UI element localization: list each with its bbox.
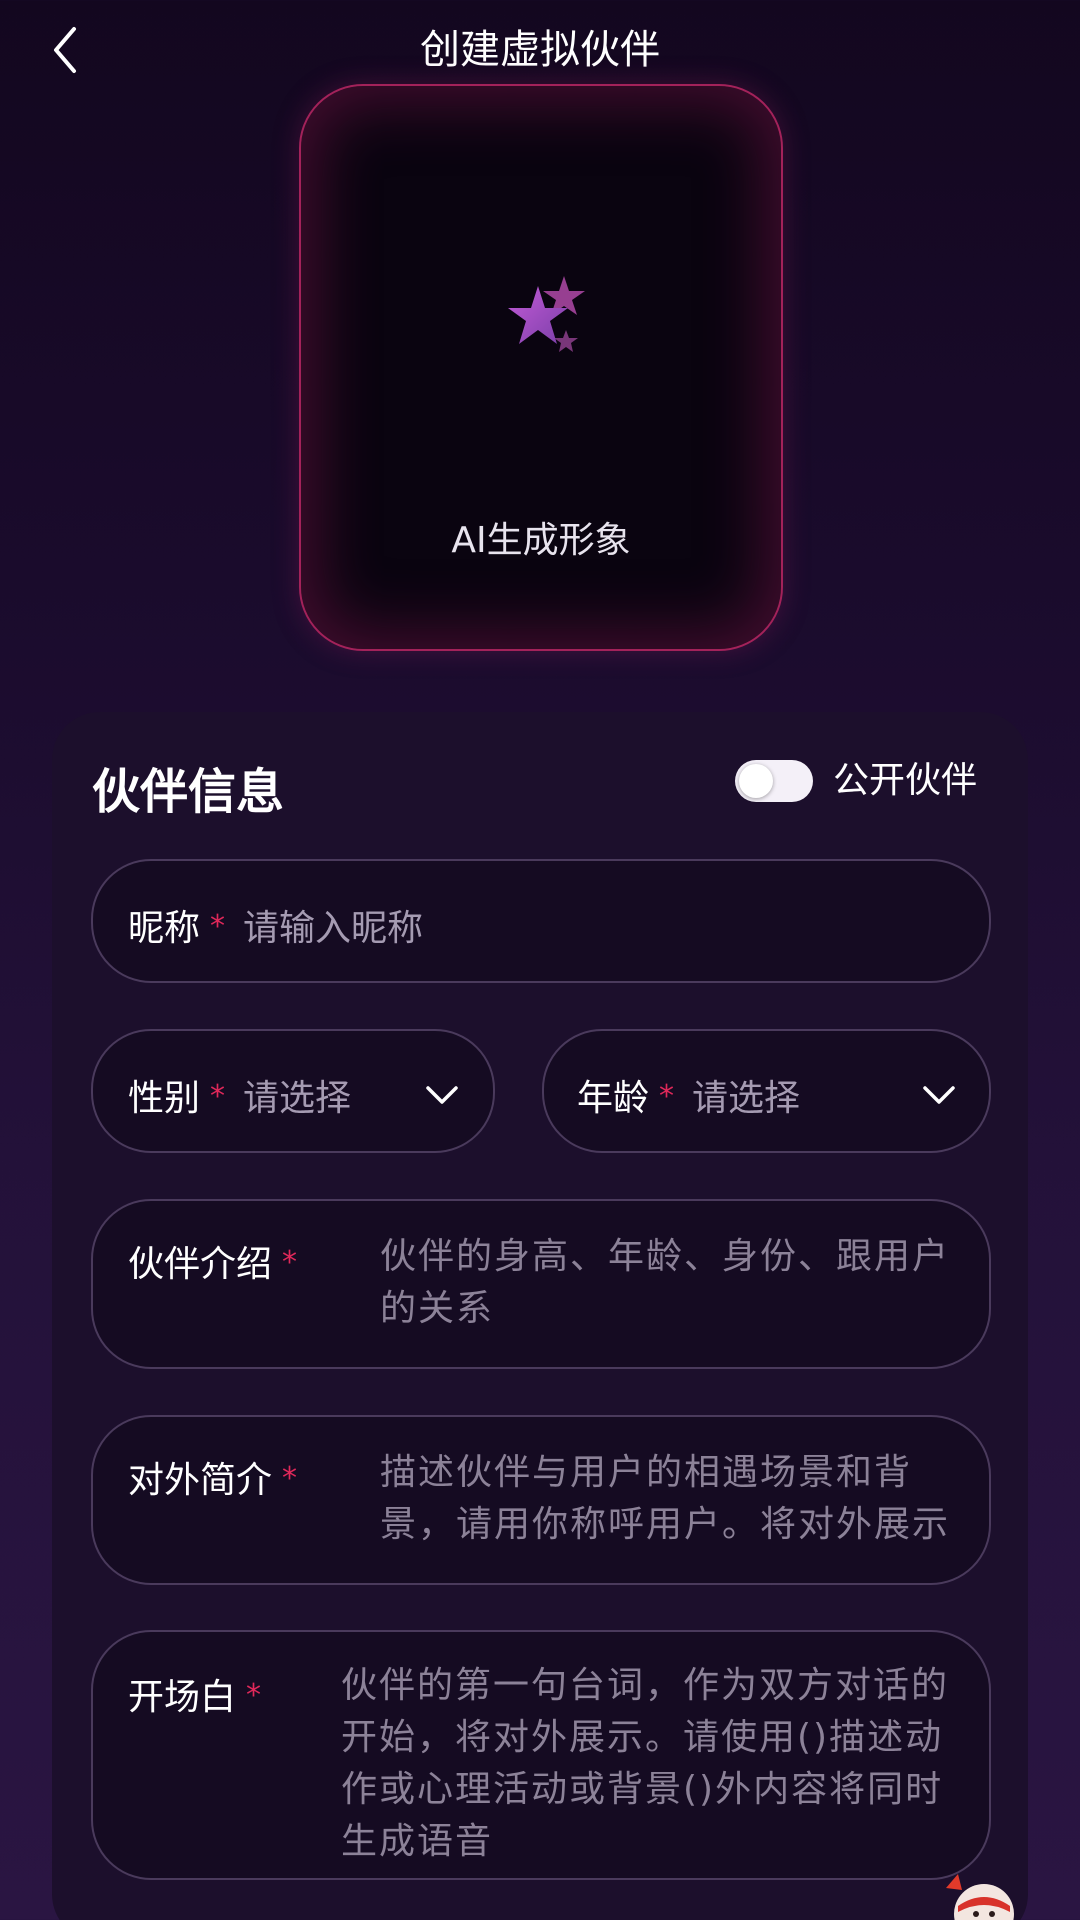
- gender-placeholder: 请选择: [243, 1078, 352, 1119]
- required-mark: *: [210, 1079, 226, 1114]
- opening-line-label: 开场白 *: [128, 1668, 261, 1720]
- chevron-down-icon: [426, 1086, 458, 1104]
- opening-line-field[interactable]: 开场白 * 伙伴的第一句台词，作为双方对话的开始，将对外展示。请使用()描述动作或…: [91, 1630, 991, 1880]
- age-label-text: 年龄: [577, 1078, 650, 1119]
- partner-intro-label-text: 伙伴介绍: [128, 1244, 273, 1285]
- nickname-placeholder: 请输入昵称: [243, 908, 424, 949]
- gender-select[interactable]: 性别 * 请选择: [91, 1029, 495, 1153]
- public-toggle[interactable]: [735, 760, 813, 802]
- public-intro-field[interactable]: 对外简介 * 描述伙伴与用户的相遇场景和背景，请用你称呼用户。将对外展示: [91, 1415, 991, 1585]
- partner-intro-label: 伙伴介绍 *: [128, 1235, 297, 1287]
- partner-intro-field[interactable]: 伙伴介绍 * 伙伴的身高、年龄、身份、跟用户的关系: [91, 1199, 991, 1369]
- public-toggle-label: 公开伙伴: [833, 760, 978, 801]
- public-intro-label: 对外简介 *: [128, 1451, 297, 1503]
- sparkle-stars-icon: [508, 276, 585, 352]
- age-placeholder: 请选择: [692, 1078, 801, 1119]
- nickname-label-text: 昵称: [128, 908, 201, 949]
- age-select[interactable]: 年龄 * 请选择: [542, 1029, 991, 1153]
- gender-label: 性别 *: [128, 1069, 225, 1121]
- public-intro-label-text: 对外简介: [128, 1460, 273, 1501]
- opening-line-placeholder: 伙伴的第一句台词，作为双方对话的开始，将对外展示。请使用()描述动作或心理活动或…: [341, 1665, 950, 1862]
- nickname-field[interactable]: 昵称 * 请输入昵称: [91, 859, 991, 983]
- gender-label-text: 性别: [128, 1078, 201, 1119]
- required-mark: *: [246, 1678, 262, 1713]
- toggle-knob: [739, 764, 773, 798]
- opening-line-label-text: 开场白: [128, 1677, 237, 1718]
- required-mark: *: [282, 1461, 298, 1496]
- panel-title: 伙伴信息: [92, 764, 285, 820]
- required-mark: *: [659, 1079, 675, 1114]
- public-intro-placeholder: 描述伙伴与用户的相遇场景和背景，请用你称呼用户。将对外展示: [380, 1452, 951, 1545]
- page-title: 创建虚拟伙伴: [420, 27, 660, 73]
- mascot-icon[interactable]: [936, 1870, 1016, 1920]
- ai-avatar-generator[interactable]: AI生成形象: [299, 84, 783, 651]
- age-label: 年龄 *: [577, 1069, 674, 1121]
- chevron-down-icon: [923, 1086, 955, 1104]
- nickname-label: 昵称 *: [128, 899, 225, 951]
- avatar-label: AI生成形象: [451, 520, 631, 561]
- required-mark: *: [210, 909, 226, 944]
- required-mark: *: [282, 1245, 298, 1280]
- partner-intro-placeholder: 伙伴的身高、年龄、身份、跟用户的关系: [380, 1236, 951, 1329]
